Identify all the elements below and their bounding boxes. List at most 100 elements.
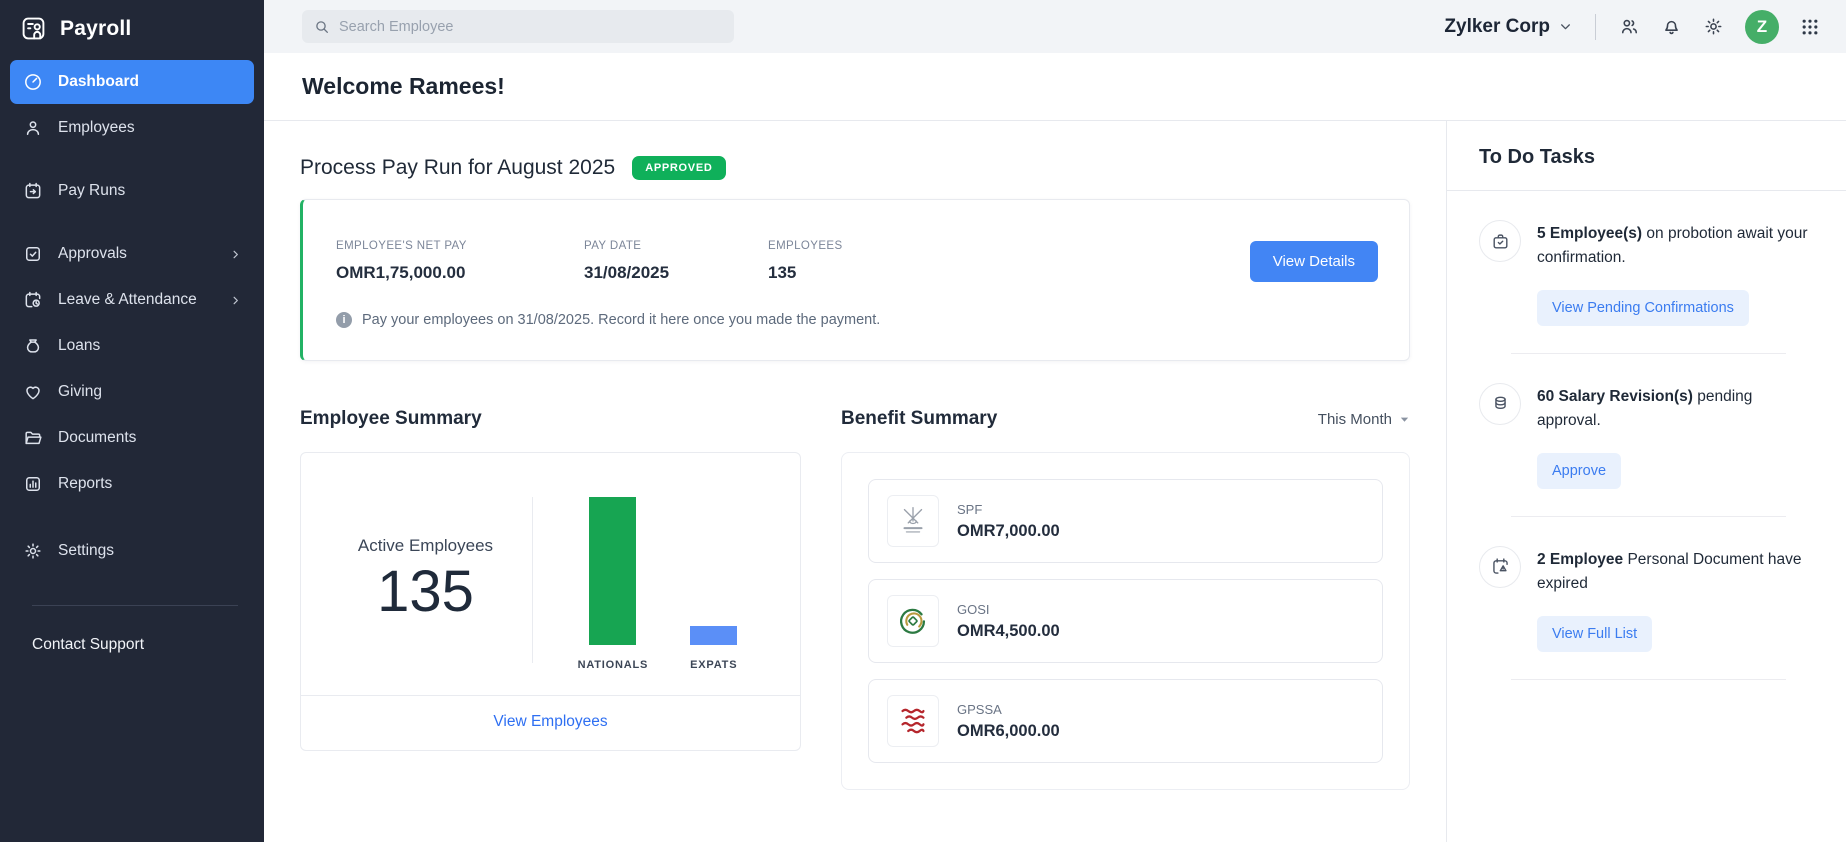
sidebar-item-reports[interactable]: Reports [10, 462, 254, 506]
sidebar-item-giving[interactable]: Giving [10, 370, 254, 414]
users-icon[interactable] [1619, 16, 1640, 37]
dashboard-content: Process Pay Run for August 2025 APPROVED… [264, 121, 1446, 842]
benefit-item-gpssa[interactable]: GPSSA OMR6,000.00 [868, 679, 1383, 763]
bell-icon[interactable] [1661, 16, 1682, 37]
calendar-alert-icon [1479, 546, 1521, 588]
sidebar-item-dashboard[interactable]: Dashboard [10, 60, 254, 104]
divider [1511, 679, 1786, 680]
benefit-item-spf[interactable]: SPF OMR7,000.00 [868, 479, 1383, 563]
todo-panel: To Do Tasks 5 Employee(s) on probotion a… [1446, 121, 1846, 842]
coins-icon [1479, 383, 1521, 425]
field-value: 31/08/2025 [584, 263, 768, 283]
todo-task-salary-revisions: 60 Salary Revision(s) pending approval. … [1447, 354, 1846, 517]
contact-support-link[interactable]: Contact Support [0, 606, 264, 684]
folder-icon [23, 428, 43, 448]
sidebar-item-label: Reports [58, 475, 112, 493]
benefit-amount: OMR7,000.00 [957, 522, 1060, 541]
status-badge: APPROVED [632, 156, 725, 180]
money-bag-icon [23, 336, 43, 356]
task-count: 2 Employee [1537, 551, 1623, 568]
sidebar: Payroll Dashboard Employees [0, 0, 264, 842]
clipboard-check-icon [23, 244, 43, 264]
task-text: 2 Employee Personal Document have expire… [1537, 546, 1816, 597]
benefit-summary-title: Benefit Summary [841, 408, 997, 430]
payrun-title: Process Pay Run for August 2025 [300, 156, 615, 180]
sidebar-item-label: Leave & Attendance [58, 291, 197, 309]
field-label: EMPLOYEE'S NET PAY [336, 240, 584, 252]
month-filter-dropdown[interactable]: This Month [1318, 411, 1410, 428]
app-root: Payroll Dashboard Employees [0, 0, 1846, 842]
sidebar-item-label: Employees [58, 119, 135, 137]
main-column: Zylker Corp [264, 0, 1846, 842]
benefit-item-gosi[interactable]: GOSI OMR4,500.00 [868, 579, 1383, 663]
sidebar-item-label: Pay Runs [58, 182, 125, 200]
field-label: PAY DATE [584, 240, 768, 252]
month-filter-label: This Month [1318, 411, 1392, 428]
heart-icon [23, 382, 43, 402]
sidebar-item-approvals[interactable]: Approvals [10, 232, 254, 276]
bar-label: EXPATS [690, 659, 737, 671]
task-text: 60 Salary Revision(s) pending approval. [1537, 383, 1816, 434]
apps-grid-icon[interactable] [1800, 17, 1820, 37]
org-name: Zylker Corp [1444, 16, 1550, 38]
sidebar-item-label: Dashboard [58, 73, 139, 91]
employees-count-field: EMPLOYEES 135 [768, 240, 843, 283]
gear-icon[interactable] [1703, 16, 1724, 37]
info-icon: i [336, 312, 352, 328]
bar-expats: EXPATS [690, 497, 737, 671]
active-employees-count: 135 [319, 560, 532, 624]
sidebar-item-loans[interactable]: Loans [10, 324, 254, 368]
task-count: 5 Employee(s) [1537, 225, 1642, 242]
sidebar-item-label: Documents [58, 429, 136, 447]
benefit-summary-card: SPF OMR7,000.00 [841, 452, 1410, 790]
sidebar-item-documents[interactable]: Documents [10, 416, 254, 460]
chevron-right-icon [230, 295, 241, 306]
sidebar-item-leave-attendance[interactable]: Leave & Attendance [10, 278, 254, 322]
view-details-button[interactable]: View Details [1250, 241, 1378, 282]
payrun-note-text: Pay your employees on 31/08/2025. Record… [362, 312, 880, 328]
bar-label: NATIONALS [578, 659, 649, 671]
pay-date-field: PAY DATE 31/08/2025 [584, 240, 768, 283]
bar-chart-icon [23, 474, 43, 494]
org-switcher[interactable]: Zylker Corp [1444, 16, 1572, 38]
employee-bar-chart: NATIONALS EXPATS [533, 489, 782, 671]
payrun-note: i Pay your employees on 31/08/2025. Reco… [336, 312, 1373, 328]
task-count: 60 Salary Revision(s) [1537, 388, 1693, 405]
sidebar-item-label: Loans [58, 337, 100, 355]
gosi-logo [887, 595, 939, 647]
avatar[interactable]: Z [1745, 10, 1779, 44]
payroll-logo-icon [20, 15, 47, 42]
gpssa-logo [887, 695, 939, 747]
welcome-bar: Welcome Ramees! [264, 53, 1846, 121]
benefit-name: GPSSA [957, 702, 1060, 717]
sidebar-item-pay-runs[interactable]: Pay Runs [10, 169, 254, 213]
sidebar-item-settings[interactable]: Settings [10, 529, 254, 573]
app-logo[interactable]: Payroll [0, 0, 264, 60]
todo-task-probation: 5 Employee(s) on probotion await your co… [1447, 191, 1846, 354]
search-box[interactable] [302, 10, 734, 43]
payrun-card: EMPLOYEE'S NET PAY OMR1,75,000.00 PAY DA… [300, 199, 1410, 361]
view-employees-link[interactable]: View Employees [493, 713, 607, 730]
benefit-name: GOSI [957, 602, 1060, 617]
benefit-name: SPF [957, 502, 1060, 517]
benefit-amount: OMR6,000.00 [957, 722, 1060, 741]
sidebar-item-label: Giving [58, 383, 102, 401]
app-name: Payroll [60, 17, 131, 41]
bar-nationals: NATIONALS [578, 497, 649, 671]
employee-summary-title: Employee Summary [300, 408, 482, 430]
sidebar-item-employees[interactable]: Employees [10, 106, 254, 150]
spf-logo [887, 495, 939, 547]
sidebar-item-label: Settings [58, 542, 114, 560]
active-employees-stat: Active Employees 135 [319, 536, 532, 624]
todo-task-expired-documents: 2 Employee Personal Document have expire… [1447, 517, 1846, 680]
calendar-clock-icon [23, 290, 43, 310]
employee-summary-card: Active Employees 135 NATIONALS [300, 452, 801, 751]
view-full-list-button[interactable]: View Full List [1537, 616, 1652, 652]
search-input[interactable] [339, 19, 722, 35]
todo-title: To Do Tasks [1447, 121, 1846, 191]
topbar-separator [1595, 14, 1596, 40]
view-pending-confirmations-button[interactable]: View Pending Confirmations [1537, 290, 1749, 326]
approve-button[interactable]: Approve [1537, 453, 1621, 489]
field-value: 135 [768, 263, 843, 283]
person-icon [23, 118, 43, 138]
